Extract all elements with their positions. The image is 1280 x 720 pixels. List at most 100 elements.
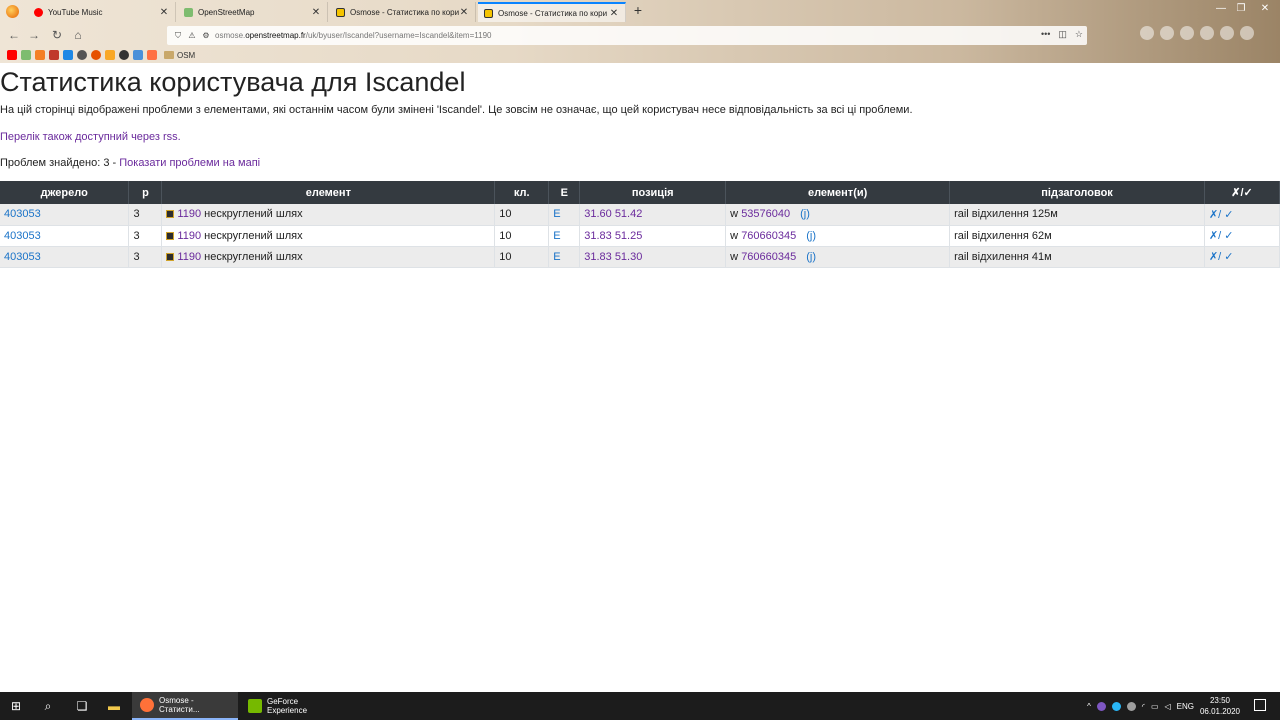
url-bar[interactable]: ⛉ ⚠ ⚙ osmose. openstreetmap.fr/uk/byuser/… [167,26,1087,45]
extension-icon[interactable] [1140,26,1154,40]
josm-link[interactable]: (j) [800,208,810,220]
battery-icon[interactable]: ▭ [1151,702,1159,711]
bookmark-folder-osm[interactable]: OSM [164,51,195,60]
tab-youtube-music[interactable]: YouTube Music ✕ [28,2,176,22]
menu-icon[interactable] [1240,26,1254,40]
lock-icon[interactable]: ⚠ [187,31,197,40]
col-position[interactable]: позиція [579,181,727,204]
col-source[interactable]: джерело [0,181,130,204]
page-actions-icon[interactable]: ••• [1041,29,1050,40]
close-tab-icon[interactable]: ✕ [159,7,169,18]
item-text: нескруглений шлях [204,229,303,242]
telegram-icon[interactable] [1111,701,1121,711]
bookmark-youtube-icon[interactable] [7,50,17,60]
item-link[interactable]: 1190 [177,208,201,220]
close-tab-icon[interactable]: ✕ [311,7,321,18]
element-id-link[interactable]: 53576040 [741,208,790,220]
extension-icon[interactable] [1220,26,1234,40]
source-link[interactable]: 403053 [4,251,41,263]
bookmark-icon[interactable] [119,50,129,60]
tab-osmose-1[interactable]: Osmose - Статистика по кори ✕ [330,2,476,22]
element-id-link[interactable]: 760660345 [741,251,796,263]
reload-icon[interactable]: ↻ [49,27,65,43]
table-header-row: джерело р елемент кл. E позиція елемент(… [0,181,1280,204]
back-icon[interactable]: ← [6,27,22,43]
e-link[interactable]: E [553,208,560,220]
tab-openstreetmap[interactable]: OpenStreetMap ✕ [178,2,328,22]
show-on-map-link[interactable]: Показати проблеми на мапі [119,157,260,169]
fix-buttons[interactable]: ✗/ ✓ [1209,251,1234,263]
position-link[interactable]: 31.60 51.42 [584,208,642,220]
language-indicator[interactable]: ENG [1177,702,1194,711]
col-level[interactable]: р [128,181,163,204]
permissions-icon[interactable]: ⚙ [201,31,211,40]
bookmark-icon[interactable] [147,50,157,60]
col-fix[interactable]: ✗/✓ [1204,181,1280,204]
windows-start-icon[interactable]: ⊞ [8,698,24,714]
page-title: Статистика користувача для Iscandel [0,67,466,97]
shield-icon[interactable]: ⛉ [173,31,183,41]
pocket-icon[interactable]: ◫ [1058,29,1067,40]
fix-buttons[interactable]: ✗/ ✓ [1209,209,1234,221]
element-id-link[interactable]: 760660345 [741,230,796,242]
item-link[interactable]: 1190 [177,251,201,263]
bookmark-icon[interactable] [105,50,115,60]
tab-osmose-active[interactable]: Osmose - Статистика по кори ✕ [478,2,626,22]
show-hidden-icons-icon[interactable]: ^ [1087,702,1091,711]
tray-icon[interactable] [1126,701,1136,711]
firefox-menu-icon[interactable] [6,5,19,18]
extension-icon[interactable] [1160,26,1174,40]
josm-link[interactable]: (j) [806,251,816,263]
bookmark-icon[interactable] [35,50,45,60]
taskbar-app-geforce[interactable]: GeForce Experience [240,692,340,720]
forward-icon[interactable]: → [26,27,42,43]
bookmark-icon[interactable] [49,50,59,60]
taskbar-app-firefox[interactable]: Osmose - Статисти... [132,692,238,720]
col-class[interactable]: кл. [494,181,550,204]
bookmark-icon[interactable] [21,50,31,60]
source-link[interactable]: 403053 [4,208,41,220]
wifi-icon[interactable]: ◜ [1142,702,1145,711]
extension-icon[interactable] [1200,26,1214,40]
josm-link[interactable]: (j) [806,230,816,242]
minimize-icon[interactable]: — [1214,3,1228,14]
close-tab-icon[interactable]: ✕ [609,8,619,19]
bookmark-icon[interactable] [63,50,73,60]
viber-icon[interactable] [1096,701,1106,711]
clock-time: 23:50 [1209,696,1230,705]
col-item[interactable]: елемент [161,181,496,204]
bookmark-icon[interactable] [77,50,87,60]
col-elements[interactable]: елемент(и) [725,181,951,204]
url-actions: ••• ◫ ☆ [1041,29,1083,40]
volume-icon[interactable]: ◁ [1165,702,1171,711]
task-view-icon[interactable]: ❏ [74,698,90,714]
maximize-icon[interactable]: ❐ [1234,3,1248,14]
subtitle-cell: rail відхилення 41м [949,246,1205,268]
e-link[interactable]: E [553,251,560,263]
search-icon[interactable]: ⌕ [40,698,56,714]
tab-title: OpenStreetMap [198,7,255,17]
position-link[interactable]: 31.83 51.30 [584,251,642,263]
new-tab-icon[interactable]: + [631,2,645,18]
home-icon[interactable]: ⌂ [70,27,86,43]
close-tab-icon[interactable]: ✕ [459,7,469,18]
table-row: 403053 3 1190 нескруглений шлях 10 E 31.… [0,204,1280,226]
rss-link[interactable]: Перелік також доступний через rss. [0,131,181,143]
fix-buttons[interactable]: ✗/ ✓ [1209,230,1234,242]
e-link[interactable]: E [553,230,560,242]
bookmark-icon[interactable] [91,50,101,60]
notifications-icon[interactable] [1254,699,1266,711]
position-link[interactable]: 31.83 51.25 [584,230,642,242]
bookmark-star-icon[interactable]: ☆ [1075,29,1083,40]
source-link[interactable]: 403053 [4,230,41,242]
osmose-icon [336,7,345,17]
col-e[interactable]: E [548,181,581,204]
file-explorer-icon[interactable]: ▬ [106,698,122,714]
extension-icon[interactable] [1180,26,1194,40]
bookmark-icon[interactable] [133,50,143,60]
close-window-icon[interactable]: ✕ [1258,3,1272,14]
issues-table: джерело р елемент кл. E позиція елемент(… [0,181,1280,268]
clock[interactable]: 23:50 06.01.2020 [1200,695,1240,717]
item-link[interactable]: 1190 [177,230,201,242]
col-subtitle[interactable]: підзаголовок [949,181,1205,204]
